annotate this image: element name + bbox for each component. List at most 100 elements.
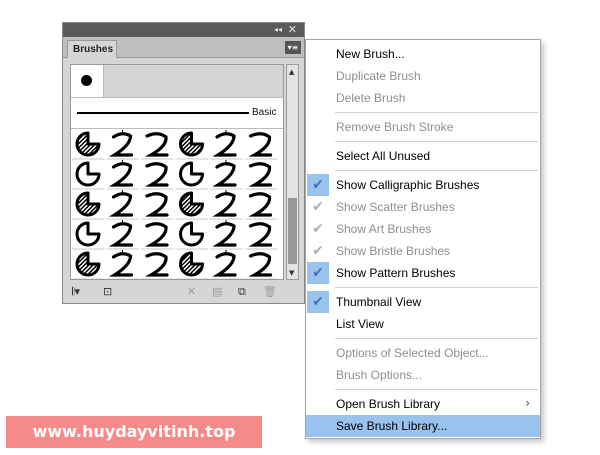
pattern-brush-swatch[interactable] — [106, 190, 140, 220]
pattern-brush-swatch[interactable] — [106, 250, 140, 279]
remove-brush-stroke-icon[interactable]: ✕ — [187, 285, 196, 298]
pattern-brush-swatch[interactable] — [210, 160, 243, 190]
menu-item-list-view[interactable]: List View — [306, 313, 540, 335]
pattern-brush-swatch[interactable] — [141, 192, 174, 220]
round-brush-tip-icon — [81, 75, 92, 86]
brushes-panel-flyout-menu: New Brush... Duplicate Brush Delete Brush R… — [305, 39, 541, 439]
menu-item-new-brush[interactable]: New Brush... — [306, 43, 540, 65]
basic-brush-row[interactable]: Basic — [71, 98, 283, 129]
menu-item-label: Save Brush Library... — [336, 419, 448, 433]
scroll-down-arrow-icon[interactable]: ▼ — [289, 269, 294, 277]
collapse-panel-icon[interactable]: ◂◂ — [274, 25, 282, 34]
pattern-brush-swatch[interactable] — [244, 192, 278, 220]
pattern-brush-swatch[interactable] — [210, 220, 243, 250]
menu-item-label: Duplicate Brush — [336, 69, 421, 83]
pattern-brush-swatch[interactable] — [175, 221, 209, 250]
menu-item-show-scatter-brushes[interactable]: ✔ Show Scatter Brushes — [306, 196, 540, 218]
menu-item-label: Show Pattern Brushes — [336, 266, 456, 280]
pattern-brush-swatch[interactable] — [72, 191, 105, 220]
checkmark-icon: ✔ — [307, 262, 329, 284]
checkmark-icon: ✔ — [307, 291, 329, 313]
checkmark-icon: ✔ — [312, 243, 324, 259]
menu-item-label: Thumbnail View — [336, 295, 422, 309]
menu-item-label: Show Bristle Brushes — [336, 244, 451, 258]
menu-item-label: Show Scatter Brushes — [336, 200, 455, 214]
menu-item-thumbnail-view[interactable]: ✔ Thumbnail View — [306, 291, 540, 313]
pattern-brush-swatch[interactable] — [175, 191, 209, 220]
pattern-brush-swatch[interactable] — [244, 132, 278, 160]
menu-item-show-art-brushes[interactable]: ✔ Show Art Brushes — [306, 218, 540, 240]
pattern-brush-swatch[interactable] — [210, 250, 243, 279]
pattern-brush-swatch[interactable] — [175, 161, 209, 190]
checkmark-icon: ✔ — [312, 199, 324, 215]
menu-item-label: Open Brush Library — [336, 397, 441, 411]
pattern-brush-swatch[interactable] — [72, 251, 105, 279]
menu-item-label: New Brush... — [336, 47, 405, 61]
libraries-panel-icon[interactable]: ⊡ — [103, 285, 112, 298]
pattern-brush-grid — [72, 130, 278, 279]
checkmark-icon: ✔ — [307, 174, 329, 196]
pattern-brush-swatch[interactable] — [72, 161, 105, 190]
menu-separator — [335, 287, 538, 288]
basic-stroke-preview — [77, 112, 249, 114]
menu-item-show-pattern-brushes[interactable]: ✔ Show Pattern Brushes — [306, 262, 540, 284]
pattern-brush-swatch[interactable] — [106, 130, 140, 160]
menu-item-label: Remove Brush Stroke — [336, 120, 454, 134]
submenu-arrow-icon: › — [525, 396, 530, 410]
brush-libraries-menu-icon[interactable]: 𝄃▾ — [72, 285, 80, 298]
pattern-brush-swatch[interactable] — [141, 132, 174, 160]
menu-item-label: Delete Brush — [336, 91, 406, 105]
brush-list-scrollbar[interactable]: ▲ ▼ — [286, 64, 299, 280]
menu-item-brush-options[interactable]: Brush Options... — [306, 364, 540, 386]
pattern-brush-swatch[interactable] — [72, 221, 105, 250]
checkmark-icon: ✔ — [312, 221, 324, 237]
pattern-brush-swatch[interactable] — [141, 222, 174, 250]
brush-thumbnails: Basic — [70, 64, 284, 280]
menu-item-options-of-selected-object[interactable]: Options of Selected Object... — [306, 342, 540, 364]
menu-separator — [335, 338, 538, 339]
menu-separator — [335, 170, 538, 171]
menu-item-label: Options of Selected Object... — [336, 346, 489, 360]
brushes-panel: ◂◂ ✕ Brushes ▾≡ Basic ▲ ▼ 𝄃▾ ⊡ ✕ ▤ ⧉ 🗑 — [62, 22, 305, 304]
pattern-brush-swatch[interactable] — [244, 162, 278, 190]
close-panel-icon[interactable]: ✕ — [288, 23, 297, 36]
pattern-brush-swatch[interactable] — [72, 131, 105, 160]
pattern-brush-swatch[interactable] — [141, 252, 174, 279]
menu-item-label: Show Calligraphic Brushes — [336, 178, 480, 192]
calligraphic-brush-row — [71, 65, 283, 98]
pattern-brush-swatch[interactable] — [175, 251, 209, 279]
menu-item-show-bristle-brushes[interactable]: ✔ Show Bristle Brushes — [306, 240, 540, 262]
panel-menu-icon[interactable]: ▾≡ — [285, 41, 301, 54]
pattern-brush-swatch[interactable] — [244, 222, 278, 250]
calligraphic-brush-swatch[interactable] — [71, 65, 104, 97]
pattern-brush-swatch[interactable] — [106, 160, 140, 190]
tab-brushes[interactable]: Brushes — [67, 40, 117, 58]
menu-item-show-calligraphic-brushes[interactable]: ✔ Show Calligraphic Brushes — [306, 174, 540, 196]
menu-separator — [335, 112, 538, 113]
options-of-selected-object-icon[interactable]: ▤ — [212, 285, 222, 298]
pattern-brush-swatch[interactable] — [244, 252, 278, 279]
panel-bottom-toolbar: 𝄃▾ ⊡ ✕ ▤ ⧉ 🗑 — [63, 281, 304, 303]
pattern-brush-swatch[interactable] — [210, 130, 243, 160]
menu-item-open-brush-library[interactable]: Open Brush Library › — [306, 393, 540, 415]
menu-item-label: Select All Unused — [336, 149, 431, 163]
pattern-brush-swatch[interactable] — [175, 131, 209, 160]
menu-separator — [335, 141, 538, 142]
delete-brush-icon[interactable]: 🗑 — [263, 285, 277, 298]
menu-item-label: List View — [336, 317, 384, 331]
menu-item-delete-brush[interactable]: Delete Brush — [306, 87, 540, 109]
site-watermark: www.huydayvitinh.top — [6, 416, 262, 448]
new-brush-icon[interactable]: ⧉ — [238, 285, 246, 298]
pattern-brush-swatch[interactable] — [210, 190, 243, 220]
pattern-brush-swatch[interactable] — [141, 162, 174, 190]
scroll-up-arrow-icon[interactable]: ▲ — [289, 68, 294, 76]
menu-item-remove-brush-stroke[interactable]: Remove Brush Stroke — [306, 116, 540, 138]
menu-item-select-all-unused[interactable]: Select All Unused — [306, 145, 540, 167]
scrollbar-thumb[interactable] — [288, 198, 297, 264]
menu-item-duplicate-brush[interactable]: Duplicate Brush — [306, 65, 540, 87]
menu-item-save-brush-library[interactable]: Save Brush Library... — [306, 415, 540, 437]
menu-item-label: Brush Options... — [336, 368, 423, 382]
pattern-brush-swatch[interactable] — [106, 220, 140, 250]
panel-title-bar[interactable]: ◂◂ ✕ — [63, 23, 304, 37]
menu-item-label: Show Art Brushes — [336, 222, 432, 236]
